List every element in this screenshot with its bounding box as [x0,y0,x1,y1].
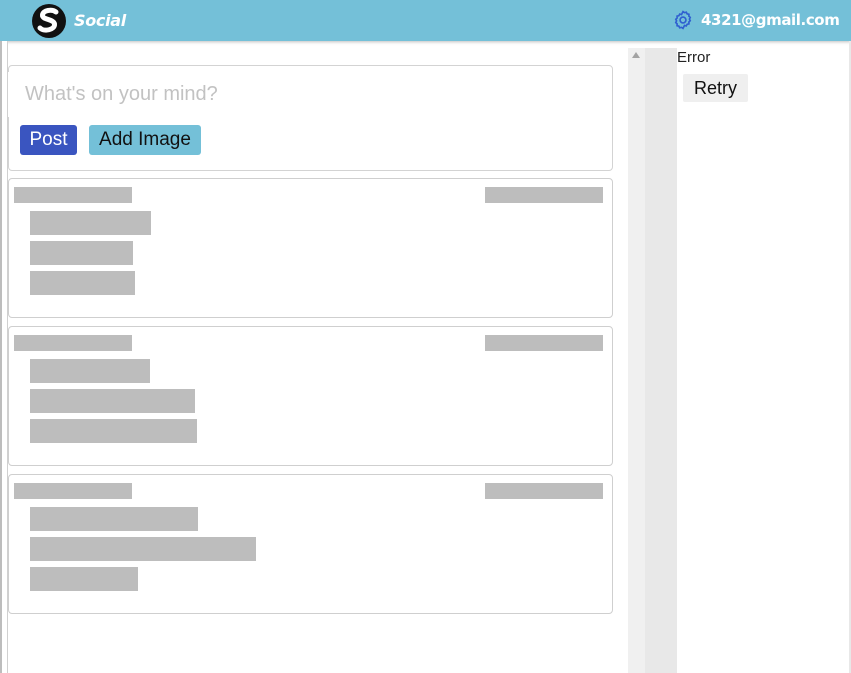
skeleton-timestamp [485,187,603,203]
skeleton-line [30,507,198,531]
skeleton-line [30,241,133,265]
add-image-button[interactable]: Add Image [89,125,201,155]
skeleton-author [14,187,132,203]
top-bar: Social 4321@gmail.com [0,0,851,41]
skeleton-line [30,419,197,443]
skeleton-line [30,211,151,235]
post-button[interactable]: Post [20,125,77,155]
account-email[interactable]: 4321@gmail.com [701,11,840,29]
skeleton-line [30,537,256,561]
column-gap [645,48,677,673]
gear-icon[interactable] [672,9,694,31]
skeleton-line [30,567,138,591]
skeleton-timestamp [485,335,603,351]
skeleton-author [14,483,132,499]
feed-scrollbar[interactable] [628,48,645,673]
brand-name[interactable]: Social [74,11,126,30]
skeleton-timestamp [485,483,603,499]
error-message: Error [677,49,711,66]
left-edge-shadow [0,41,2,673]
skeleton-line [30,271,135,295]
side-panel [677,48,849,673]
skeleton-line [30,359,150,383]
post-card-skeleton [8,326,613,466]
post-card-skeleton [8,474,613,614]
skeleton-author [14,335,132,351]
scroll-up-arrow-icon[interactable] [632,52,640,58]
retry-button[interactable]: Retry [683,74,748,102]
post-input[interactable] [8,72,612,117]
post-card-skeleton [8,178,613,318]
skeleton-line [30,389,195,413]
social-logo-icon[interactable] [31,3,67,39]
